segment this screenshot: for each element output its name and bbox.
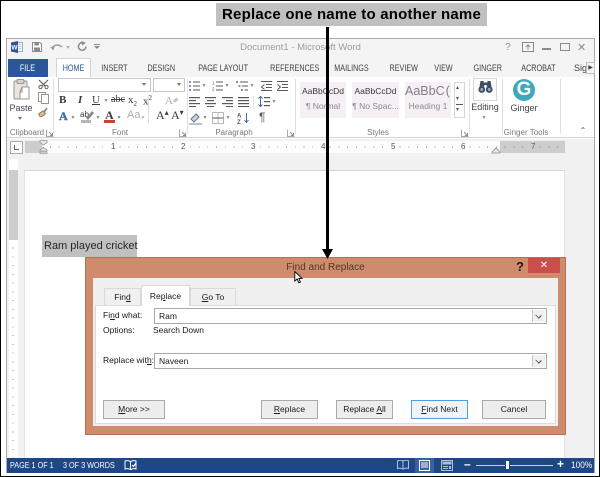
svg-text:A: A <box>237 114 242 120</box>
svg-text:Z: Z <box>237 120 241 124</box>
svg-text:2: 2 <box>212 87 215 92</box>
svg-text:A: A <box>165 95 173 106</box>
svg-text:1: 1 <box>212 81 215 86</box>
